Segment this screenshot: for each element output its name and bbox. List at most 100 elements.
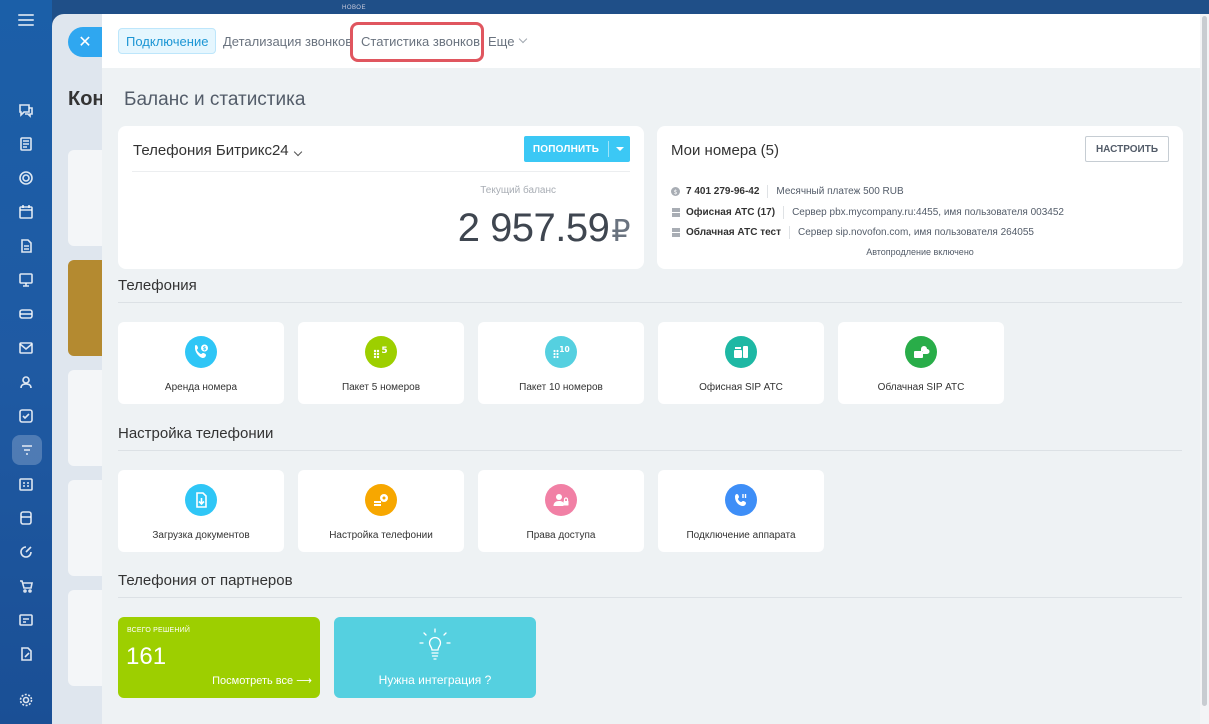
- number-row[interactable]: Облачная АТС тест Сервер sip.novofon.com…: [671, 226, 1034, 239]
- section-title-partners: Телефония от партнеров: [118, 572, 293, 589]
- tab-call-details[interactable]: Детализация звонков: [216, 28, 359, 54]
- telephony-settings-icon: [365, 484, 397, 516]
- server-icon: [671, 228, 680, 237]
- see-all-label: Посмотреть все: [212, 675, 294, 687]
- tile-device-connect[interactable]: Подключение аппарата: [658, 470, 824, 552]
- balance-label: Текущий баланс: [480, 185, 556, 196]
- storage-icon[interactable]: [16, 508, 36, 528]
- tab-highlight-frame: [350, 22, 484, 62]
- need-integration-tile[interactable]: Нужна интеграция ?: [334, 617, 536, 698]
- tile-document-upload[interactable]: Загрузка документов: [118, 470, 284, 552]
- background-title: Кон: [68, 88, 105, 110]
- feed-icon[interactable]: [16, 134, 36, 154]
- edit-icon[interactable]: [16, 644, 36, 664]
- my-numbers-card: Мои номера (5) НАСТРОИТЬ $ 7 401 279-96-…: [657, 126, 1183, 269]
- number-name: Офисная АТС (17): [686, 207, 776, 218]
- telephony-icon[interactable]: [12, 435, 42, 465]
- tile-package-10[interactable]: 10 Пакет 10 номеров: [478, 322, 644, 404]
- board-icon[interactable]: [16, 270, 36, 290]
- tile-label: Офисная SIP АТС: [699, 382, 783, 393]
- number-detail: Сервер pbx.mycompany.ru:4455, имя пользо…: [792, 207, 1064, 218]
- tabs-bar: Подключение Детализация звонков Статисти…: [102, 14, 1200, 68]
- tab-more-label: Еще: [488, 33, 515, 49]
- calendar-icon[interactable]: [16, 202, 36, 222]
- cloud-pbx-icon: [905, 336, 937, 368]
- office-pbx-icon: [725, 336, 757, 368]
- ruble-sign: ₽: [611, 215, 630, 248]
- scrollbar-thumb[interactable]: [1202, 16, 1207, 706]
- app-sidebar: [0, 0, 52, 724]
- chat-icon[interactable]: [16, 100, 36, 120]
- balance-card: Телефония Битрикс24 ПОПОЛНИТЬ Текущий ба…: [118, 126, 644, 269]
- need-integration-label: Нужна интеграция ?: [378, 673, 492, 687]
- number-name: 7 401 279-96-42: [686, 186, 760, 197]
- tile-cloud-pbx[interactable]: Облачная SIP АТС: [838, 322, 1004, 404]
- telephony-title: Телефония Битрикс24: [133, 142, 289, 159]
- topup-label: ПОПОЛНИТЬ: [532, 143, 600, 155]
- number-row[interactable]: $ 7 401 279-96-42 Месячный платеж 500 RU…: [671, 185, 904, 198]
- analytics-icon[interactable]: [16, 542, 36, 562]
- all-solutions-tile[interactable]: ВСЕГО РЕШЕНИЙ 161 Посмотреть все ⟶: [118, 617, 320, 698]
- phone-rent-icon: $: [185, 336, 217, 368]
- server-icon: [671, 208, 680, 217]
- page-title: Баланс и статистика: [124, 89, 306, 110]
- tab-more[interactable]: Еще: [481, 28, 533, 54]
- solutions-count: 161: [126, 643, 167, 670]
- topup-button[interactable]: ПОПОЛНИТЬ: [524, 136, 630, 162]
- tile-label: Пакет 5 номеров: [341, 382, 421, 393]
- tasks-icon[interactable]: [16, 406, 36, 426]
- telephony-slider: Подключение Детализация звонков Статисти…: [102, 14, 1209, 724]
- package-5-icon: 5: [365, 336, 397, 368]
- tile-label: Аренда номера: [164, 382, 238, 393]
- target-icon[interactable]: [16, 168, 36, 188]
- sites-icon[interactable]: [16, 610, 36, 630]
- document-upload-icon: [185, 484, 217, 516]
- lightbulb-icon: [419, 628, 451, 660]
- access-rights-icon: [545, 484, 577, 516]
- svg-text:$: $: [203, 346, 207, 352]
- number-detail: Сервер sip.novofon.com, имя пользователя…: [798, 227, 1034, 238]
- mail-icon[interactable]: [16, 338, 36, 358]
- tile-package-5[interactable]: 5 Пакет 5 номеров: [298, 322, 464, 404]
- device-connect-icon: [725, 484, 757, 516]
- tile-label: Права доступа: [526, 530, 596, 541]
- package-10-icon: 10: [545, 336, 577, 368]
- section-title-settings: Настройка телефонии: [118, 425, 274, 442]
- tile-office-pbx[interactable]: Офисная SIP АТС: [658, 322, 824, 404]
- inbox-icon[interactable]: [16, 304, 36, 324]
- tile-label: Настройка телефонии: [329, 530, 433, 541]
- tile-label: Облачная SIP АТС: [877, 382, 965, 393]
- contacts-icon[interactable]: [16, 372, 36, 392]
- balance-amount: 2 957.59: [457, 206, 610, 250]
- tab-connection[interactable]: Подключение: [118, 28, 217, 54]
- tile-number-rent[interactable]: $ Аренда номера: [118, 322, 284, 404]
- telephony-selector[interactable]: Телефония Битрикс24: [133, 142, 302, 159]
- number-name: Облачная АТС тест: [686, 227, 782, 238]
- gear-icon[interactable]: [16, 690, 36, 710]
- chevron-down-icon: [293, 147, 302, 157]
- tile-access-rights[interactable]: Права доступа: [478, 470, 644, 552]
- dropdown-arrow-icon[interactable]: [609, 147, 630, 151]
- schedule-icon[interactable]: [16, 474, 36, 494]
- svg-text:$: $: [674, 189, 678, 196]
- balance-value: 2 957.59₽: [457, 206, 631, 251]
- number-detail: Месячный платеж 500 RUB: [776, 186, 904, 197]
- setup-button[interactable]: НАСТРОИТЬ: [1085, 136, 1169, 162]
- number-row[interactable]: Офисная АТС (17) Сервер pbx.mycompany.ru…: [671, 206, 1064, 219]
- tile-label: Загрузка документов: [152, 530, 250, 541]
- close-icon[interactable]: ✕: [68, 27, 102, 57]
- section-title-telephony: Телефония: [118, 277, 197, 294]
- tile-label: Пакет 10 номеров: [519, 382, 603, 393]
- see-all-link[interactable]: Посмотреть все ⟶: [212, 674, 312, 687]
- document-icon[interactable]: [16, 236, 36, 256]
- arrow-right-icon: ⟶: [296, 675, 312, 687]
- svg-text:5: 5: [381, 346, 387, 356]
- my-numbers-title: Мои номера (5): [671, 142, 780, 159]
- svg-text:10: 10: [559, 345, 569, 354]
- menu-icon[interactable]: [18, 14, 34, 26]
- cart-icon[interactable]: [16, 576, 36, 596]
- chevron-down-icon: [519, 34, 528, 44]
- new-badge: НОВОЕ: [342, 5, 366, 11]
- tile-telephony-settings[interactable]: Настройка телефонии: [298, 470, 464, 552]
- coin-icon: $: [671, 187, 680, 196]
